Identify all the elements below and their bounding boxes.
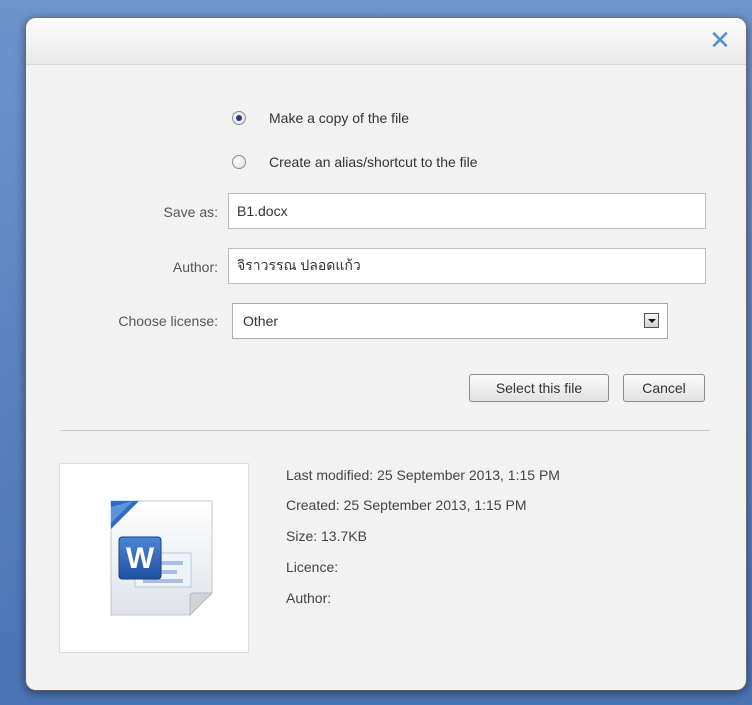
alias-radio[interactable] [232,155,246,169]
author-input[interactable] [228,248,706,284]
author-label: Author: [172,259,218,275]
licence-text: Licence: [286,559,339,575]
word-icon-letter: W [126,542,155,575]
select-file-button[interactable]: Select this file [469,374,609,402]
size-text: Size: 13.7KB [286,528,367,544]
close-icon[interactable]: ✕ [706,26,734,54]
license-select[interactable]: Other [232,303,668,339]
alias-option[interactable]: Create an alias/shortcut to the file [232,152,478,172]
dialog-titlebar: ✕ [26,18,746,65]
file-picker-dialog: ✕ Make a copy of the file Create an alia… [26,18,746,690]
license-selected-value: Other [243,313,279,329]
author-text: Author: [286,590,332,606]
alias-option-label: Create an alias/shortcut to the file [269,154,478,170]
save-as-label: Save as: [163,204,218,220]
last-modified-text: Last modified: 25 September 2013, 1:15 P… [286,467,560,483]
copy-option[interactable]: Make a copy of the file [232,108,409,128]
copy-option-label: Make a copy of the file [269,110,410,126]
word-document-icon: W [110,500,214,617]
cancel-button[interactable]: Cancel [623,374,705,402]
copy-radio[interactable] [232,111,246,125]
license-label: Choose license: [118,313,218,329]
save-as-input[interactable] [228,193,706,229]
divider [60,430,710,431]
created-text: Created: 25 September 2013, 1:15 PM [286,497,527,513]
file-preview: W [59,463,249,653]
chevron-down-icon[interactable] [644,313,659,328]
